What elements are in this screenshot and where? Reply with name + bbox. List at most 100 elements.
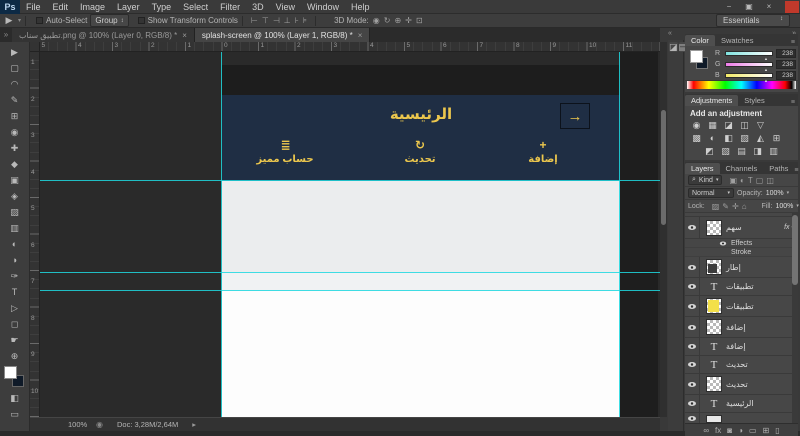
zoom-level-field[interactable]: 100%	[68, 420, 96, 429]
auto-select-mode-dropdown[interactable]: Group ↕	[90, 14, 129, 27]
healing-brush-tool[interactable]: ✚	[3, 140, 27, 156]
tab-document-1[interactable]: تطبيق سناب.png @ 100% (Layer 0, RGB/8) *…	[12, 28, 195, 42]
menu-help[interactable]: Help	[345, 0, 376, 14]
align-bottom-edges-icon[interactable]: ⊧	[303, 16, 307, 25]
foreground-color-swatch[interactable]	[3, 366, 17, 379]
blend-mode-dropdown[interactable]: Normal ▾	[688, 188, 734, 198]
visibility-toggle[interactable]	[685, 278, 700, 295]
panel-foreground-swatch[interactable]	[690, 50, 703, 63]
minimize-button[interactable]: −	[719, 0, 739, 14]
layer-thumbnail[interactable]	[706, 298, 722, 314]
tab-overflow-icon[interactable]: »	[0, 28, 12, 42]
quick-selection-tool[interactable]: ✎	[3, 92, 27, 108]
app-close-red-button[interactable]	[785, 0, 799, 13]
visibility-toggle[interactable]	[685, 317, 700, 337]
curves-icon[interactable]: ◪	[723, 120, 734, 131]
layer-row-update-shape[interactable]: تحديث	[685, 374, 798, 395]
lock-pixels-icon[interactable]: ✎	[722, 202, 729, 211]
tab-adjustments[interactable]: Adjustments	[685, 95, 739, 106]
visibility-toggle[interactable]	[685, 374, 700, 394]
tab-styles[interactable]: Styles	[738, 95, 770, 106]
dodge-tool[interactable]: ◑	[3, 252, 27, 268]
channel-mixer-icon[interactable]: ◭	[755, 133, 766, 144]
menu-select[interactable]: Select	[177, 0, 214, 14]
close-button[interactable]: ×	[759, 0, 779, 14]
align-top-edges-icon[interactable]: ⊥	[284, 16, 291, 25]
panel-menu-icon[interactable]: ≡	[791, 39, 798, 46]
photo-filter-icon[interactable]: ▨	[739, 133, 750, 144]
green-slider[interactable]: ▲	[725, 61, 773, 72]
crop-tool[interactable]: ⊞	[3, 108, 27, 124]
layer-row-apps-text[interactable]: T تطبيقات	[685, 278, 798, 296]
filter-kind-dropdown[interactable]: ⌕ Kind ▾	[688, 175, 723, 185]
blur-tool[interactable]: ◐	[3, 236, 27, 252]
text-layer-icon[interactable]: T	[706, 281, 722, 293]
filter-shape-icon[interactable]: ▢	[756, 176, 764, 185]
move-tool[interactable]: ▶	[3, 44, 27, 60]
brightness-contrast-icon[interactable]: ◉	[691, 120, 702, 131]
visibility-toggle[interactable]	[685, 413, 700, 423]
layer-style-icon[interactable]: fx	[715, 426, 721, 435]
vibrance-icon[interactable]: ▽	[755, 120, 766, 131]
color-spectrum-ramp[interactable]	[687, 81, 796, 89]
hand-tool[interactable]: ☛	[3, 332, 27, 348]
new-adjustment-layer-icon[interactable]: ◑	[738, 426, 743, 435]
layer-thumbnail[interactable]	[706, 259, 722, 275]
menu-file[interactable]: File	[20, 0, 47, 14]
menu-type[interactable]: Type	[146, 0, 178, 14]
chevron-down-icon[interactable]: ▾	[796, 203, 799, 209]
invert-icon[interactable]: ◩	[704, 146, 715, 157]
zoom-tool[interactable]: ⊕	[3, 348, 27, 364]
3d-pan-icon[interactable]: ⊕	[394, 16, 401, 25]
menu-3d[interactable]: 3D	[246, 0, 270, 14]
auto-select-checkbox[interactable]	[36, 17, 44, 24]
align-vertical-centers-icon[interactable]: ⊤	[262, 16, 269, 25]
workspace-switcher[interactable]: Essentials ↕	[716, 14, 790, 27]
eyedropper-tool[interactable]: ◉	[3, 124, 27, 140]
layer-row-apps-shape[interactable]: تطبيقات	[685, 296, 798, 317]
lasso-tool[interactable]: ◠	[3, 76, 27, 92]
layer-row-arrow[interactable]: سهم fx ▾	[685, 217, 798, 239]
layers-scrollbar[interactable]	[792, 213, 798, 423]
visibility-toggle[interactable]	[685, 338, 700, 355]
gradient-tool[interactable]: ▥	[3, 220, 27, 236]
layer-row-home-text[interactable]: T الرئيسية	[685, 395, 798, 413]
menu-view[interactable]: View	[270, 0, 301, 14]
brush-tool[interactable]: ◆	[3, 156, 27, 172]
panel-menu-icon[interactable]: ≡	[794, 167, 800, 174]
scrollbar-thumb[interactable]	[661, 110, 666, 225]
green-value-field[interactable]: 238	[776, 59, 796, 69]
new-layer-icon[interactable]: ⊞	[763, 426, 770, 435]
layer-row-add-shape[interactable]: إضافة	[685, 317, 798, 338]
status-flyout-icon[interactable]: ▸	[192, 420, 196, 429]
panel-menu-icon[interactable]: ≡	[791, 99, 798, 106]
layer-stroke-row[interactable]: Stroke	[685, 248, 798, 257]
lock-position-icon[interactable]: ✛	[732, 202, 739, 211]
align-left-edges-icon[interactable]: ⊢	[251, 16, 258, 25]
vertical-scrollbar[interactable]	[660, 42, 667, 417]
eye-icon[interactable]	[719, 241, 727, 245]
align-horizontal-centers-icon[interactable]: ⊦	[295, 16, 299, 25]
selective-color-icon[interactable]: ◨	[752, 146, 763, 157]
tab-color[interactable]: Color	[685, 35, 715, 46]
delete-layer-icon[interactable]: ▯	[775, 426, 779, 435]
layer-thumbnail[interactable]	[706, 414, 722, 423]
visibility-toggle[interactable]	[685, 296, 700, 316]
opacity-value[interactable]: 100%	[766, 190, 784, 197]
filter-smart-object-icon[interactable]: ◫	[766, 176, 774, 185]
hue-saturation-icon[interactable]: ▩	[691, 133, 702, 144]
show-transform-checkbox[interactable]	[137, 17, 145, 24]
align-right-edges-icon[interactable]: ⊣	[273, 16, 280, 25]
h-ruler[interactable]: 543210123456789101112	[40, 42, 669, 52]
tab-layers[interactable]: Layers	[685, 163, 720, 174]
screen-mode-icon[interactable]: ▭	[3, 406, 27, 422]
v-ruler[interactable]: 1 2 3 4 5 6 7 8 9 10	[30, 52, 40, 417]
current-tool-icon[interactable]: ▶	[0, 13, 18, 29]
history-brush-tool[interactable]: ◈	[3, 188, 27, 204]
shape-tool[interactable]: ◻	[3, 316, 27, 332]
tab-swatches[interactable]: Swatches	[715, 35, 760, 46]
red-value-field[interactable]: 238	[776, 48, 796, 58]
threshold-icon[interactable]: ▤	[736, 146, 747, 157]
menu-layer[interactable]: Layer	[111, 0, 146, 14]
slider-marker-icon[interactable]: ▲	[764, 78, 768, 83]
